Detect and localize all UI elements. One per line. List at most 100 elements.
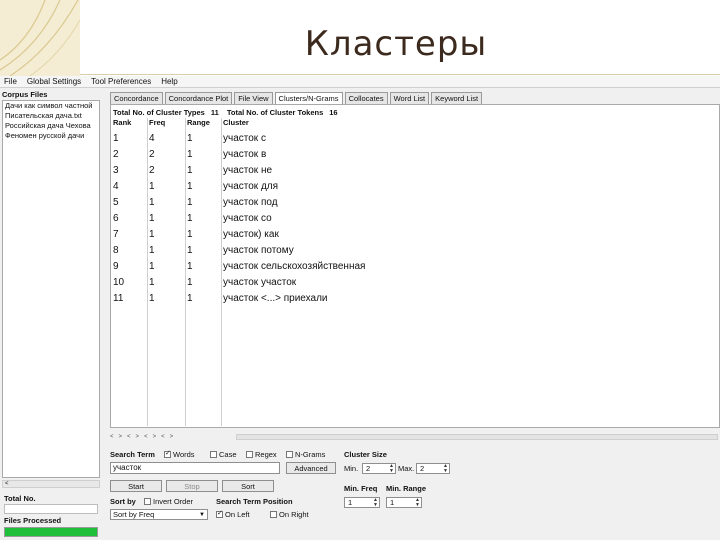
sort-button[interactable]: Sort	[222, 480, 274, 492]
corpus-file-item[interactable]: Российская дача Чехова	[3, 121, 99, 131]
cell-range: 1	[187, 197, 193, 208]
ngrams-option[interactable]: N-Grams	[286, 450, 325, 459]
menu-global-settings[interactable]: Global Settings	[27, 77, 81, 86]
scroll-left-icon[interactable]: <	[127, 434, 131, 440]
tab-keyword-list[interactable]: Keyword List	[431, 92, 483, 104]
column-header-cluster[interactable]: Cluster	[223, 118, 249, 127]
cluster-max-value: 2	[420, 464, 425, 473]
scroll-right-icon[interactable]: >	[136, 434, 140, 440]
min-freq-stepper[interactable]: 1 ▲ ▼	[344, 497, 380, 508]
cluster-tokens-label: Total No. of Cluster Tokens	[226, 108, 324, 117]
cell-cluster: участок в	[223, 149, 267, 160]
column-header-freq[interactable]: Freq	[149, 118, 165, 127]
stepper-arrows-icon[interactable]: ▲ ▼	[443, 464, 448, 474]
cell-range: 1	[187, 229, 193, 240]
cell-cluster: участок) как	[223, 229, 279, 240]
menu-help[interactable]: Help	[161, 77, 177, 86]
on-left-option[interactable]: On Left	[216, 509, 250, 519]
scroll-left-icon[interactable]: <	[144, 434, 148, 440]
corpus-files-header: Corpus Files	[2, 90, 48, 99]
checkbox-icon[interactable]	[286, 451, 293, 458]
cell-range: 1	[187, 245, 193, 256]
checkbox-checked-icon[interactable]	[216, 509, 223, 518]
search-term-label: Search Term	[110, 450, 155, 459]
chevron-down-icon[interactable]: ▼	[199, 510, 205, 520]
regex-option[interactable]: Regex	[246, 450, 277, 459]
corpus-scrollbar[interactable]: <	[2, 480, 100, 488]
menu-file[interactable]: File	[4, 77, 17, 86]
checkbox-icon[interactable]	[210, 451, 217, 458]
cluster-min-label: Min.	[344, 464, 359, 473]
scroll-track[interactable]	[236, 434, 718, 440]
scroll-left-icon[interactable]: <	[110, 434, 114, 440]
on-right-option[interactable]: On Right	[270, 510, 309, 519]
table-row[interactable]: 4 1 1 участок для	[111, 179, 719, 195]
corpus-file-item[interactable]: Дачи как символ частной	[3, 101, 99, 111]
progress-fill	[5, 528, 97, 536]
stop-button[interactable]: Stop	[166, 480, 218, 492]
scroll-left-icon[interactable]: <	[161, 434, 165, 440]
results-scrollbars[interactable]: < > < > < > < >	[110, 432, 720, 442]
cluster-max-stepper[interactable]: 2 ▲ ▼	[416, 463, 450, 474]
advanced-button[interactable]: Advanced	[286, 462, 336, 474]
column-header-range[interactable]: Range	[187, 118, 210, 127]
checkbox-icon[interactable]	[246, 451, 253, 458]
table-row[interactable]: 6 1 1 участок со	[111, 211, 719, 227]
sort-by-value: Sort by Freq	[113, 510, 155, 519]
cell-rank: 9	[113, 261, 119, 272]
column-header-rank[interactable]: Rank	[113, 118, 131, 127]
corpus-file-item[interactable]: Феномен русской дачи	[3, 131, 99, 141]
table-row[interactable]: 2 2 1 участок в	[111, 147, 719, 163]
cluster-min-stepper[interactable]: 2 ▲ ▼	[362, 463, 396, 474]
table-row[interactable]: 7 1 1 участок) как	[111, 227, 719, 243]
table-row[interactable]: 11 1 1 участок <...> приехали	[111, 291, 719, 307]
checkbox-icon[interactable]	[144, 498, 151, 505]
scroll-right-icon[interactable]: >	[153, 434, 157, 440]
cluster-max-label: Max.	[398, 464, 415, 473]
cell-freq: 1	[149, 261, 155, 272]
table-row[interactable]: 3 2 1 участок не	[111, 163, 719, 179]
case-option[interactable]: Case	[210, 450, 237, 459]
cell-freq: 1	[149, 213, 155, 224]
tool-tabs: Concordance Concordance Plot File View C…	[110, 92, 484, 105]
cell-rank: 1	[113, 133, 119, 144]
start-button[interactable]: Start	[110, 480, 162, 492]
tab-word-list[interactable]: Word List	[389, 92, 430, 104]
table-row[interactable]: 10 1 1 участок участок	[111, 275, 719, 291]
table-row[interactable]: 5 1 1 участок под	[111, 195, 719, 211]
invert-order-option[interactable]: Invert Order	[144, 497, 193, 506]
corpus-file-item[interactable]: Писательская дача.txt	[3, 111, 99, 121]
words-option[interactable]: Words	[164, 449, 195, 459]
table-row[interactable]: 9 1 1 участок сельскохозяйственная	[111, 259, 719, 275]
cell-range: 1	[187, 293, 193, 304]
scroll-left-icon[interactable]: <	[5, 481, 9, 487]
stepper-arrows-icon[interactable]: ▲ ▼	[389, 464, 394, 474]
stepper-arrows-icon[interactable]: ▲ ▼	[415, 498, 420, 508]
scroll-right-icon[interactable]: >	[170, 434, 174, 440]
tab-concordance[interactable]: Concordance	[110, 92, 163, 104]
cell-freq: 4	[149, 133, 155, 144]
scroll-right-icon[interactable]: >	[119, 434, 123, 440]
total-files-value	[4, 504, 98, 514]
checkbox-icon[interactable]	[270, 511, 277, 518]
cell-cluster: участок <...> приехали	[223, 293, 328, 304]
cell-range: 1	[187, 165, 193, 176]
table-row[interactable]: 8 1 1 участок потому	[111, 243, 719, 259]
sort-by-select[interactable]: Sort by Freq ▼	[110, 509, 208, 520]
tab-concordance-plot[interactable]: Concordance Plot	[164, 92, 233, 104]
cell-rank: 2	[113, 149, 119, 160]
tab-file-view[interactable]: File View	[234, 92, 273, 104]
min-range-label: Min. Range	[386, 484, 427, 493]
table-row[interactable]: 1 4 1 участок с	[111, 131, 719, 147]
cell-freq: 1	[149, 245, 155, 256]
checkbox-checked-icon[interactable]	[164, 449, 171, 458]
min-range-stepper[interactable]: 1 ▲ ▼	[386, 497, 422, 508]
cell-rank: 11	[113, 293, 124, 304]
cell-cluster: участок не	[223, 165, 273, 176]
search-term-input[interactable]: участок	[110, 462, 280, 474]
corpus-file-list[interactable]: Дачи как символ частной Писательская дач…	[2, 100, 100, 478]
menu-tool-preferences[interactable]: Tool Preferences	[91, 77, 151, 86]
stepper-arrows-icon[interactable]: ▲ ▼	[373, 498, 378, 508]
tab-collocates[interactable]: Collocates	[344, 92, 388, 104]
cell-range: 1	[187, 213, 193, 224]
